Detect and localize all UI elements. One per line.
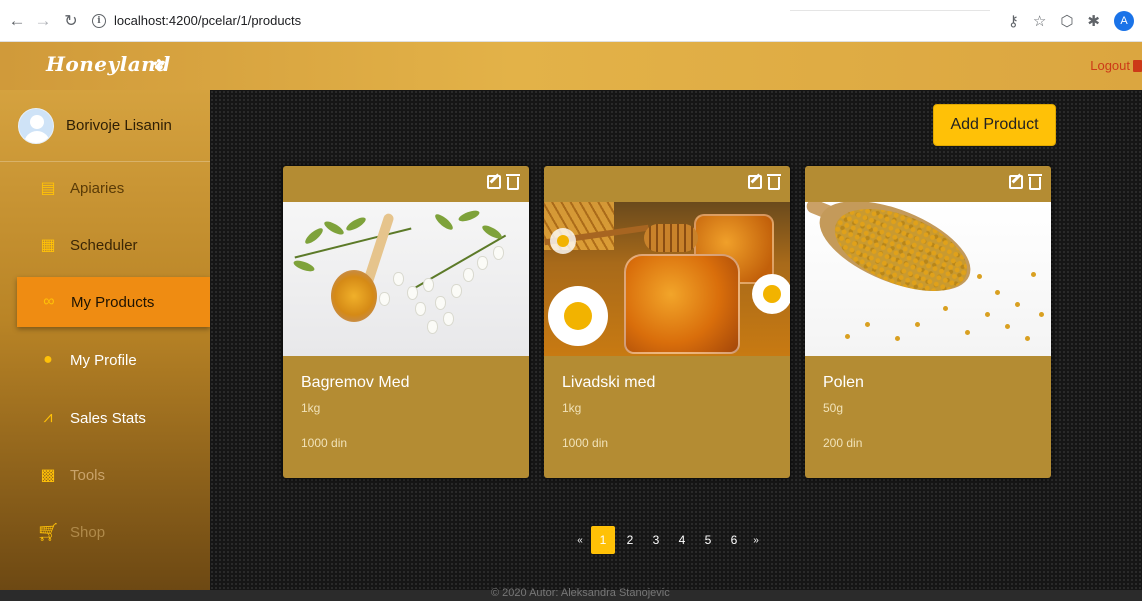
product-image xyxy=(544,202,790,356)
product-weight: 1kg xyxy=(301,401,321,415)
apiary-icon: ▤ xyxy=(40,180,56,197)
product-price: 1000 din xyxy=(562,436,609,450)
calculator-icon: ▩ xyxy=(40,467,56,484)
puzzle-icon[interactable]: ✱ xyxy=(1087,12,1100,30)
sidebar-item-scheduler[interactable]: ▦ Scheduler xyxy=(0,220,210,270)
sidebar-item-apiaries[interactable]: ▤ Apiaries xyxy=(0,163,210,213)
browser-toolbar: ← → ↻ i localhost:4200/pcelar/1/products… xyxy=(0,0,1142,42)
sidebar-item-label: Sales Stats xyxy=(70,409,146,427)
pagination-page-6[interactable]: 6 xyxy=(721,526,747,554)
user-name: Borivoje Lisanin xyxy=(66,117,172,134)
pagination-page-2[interactable]: 2 xyxy=(617,526,643,554)
sidebar: Borivoje Lisanin ▤ Apiaries ▦ Scheduler … xyxy=(0,90,210,601)
product-card: Livadski med 1kg 1000 din xyxy=(544,166,790,478)
sidebar-item-label: My Products xyxy=(71,293,155,311)
product-price: 1000 din xyxy=(301,436,348,450)
browser-actions: ⚷ ☆ ⬡ ✱ A xyxy=(1008,0,1134,42)
product-weight: 1kg xyxy=(562,401,582,415)
sidebar-item-my-profile[interactable]: ● My Profile xyxy=(0,335,210,385)
key-icon[interactable]: ⚷ xyxy=(1008,12,1019,30)
sidebar-item-shop[interactable]: 🛒︎ Shop xyxy=(0,507,210,557)
extension-icon[interactable]: ⬡ xyxy=(1060,12,1073,30)
delete-icon[interactable] xyxy=(506,174,520,190)
delete-icon[interactable] xyxy=(1028,174,1042,190)
pagination-page-3[interactable]: 3 xyxy=(643,526,669,554)
sidebar-item-label: Scheduler xyxy=(70,236,138,254)
card-header xyxy=(805,166,1051,202)
logout-label[interactable]: Logout xyxy=(1090,58,1130,73)
edit-icon[interactable] xyxy=(487,175,501,189)
sidebar-item-sales-stats[interactable]: ⩘ Sales Stats xyxy=(0,393,210,443)
avatar xyxy=(18,107,54,144)
star-icon[interactable]: ☆ xyxy=(1033,12,1046,30)
forward-arrow-icon[interactable]: → xyxy=(32,11,54,31)
product-image xyxy=(283,202,529,356)
sidebar-item-label: Apiaries xyxy=(70,179,125,197)
product-card: Bagremov Med 1kg 1000 din xyxy=(283,166,529,478)
edit-icon[interactable] xyxy=(748,175,762,189)
reload-icon[interactable]: ↻ xyxy=(60,11,82,31)
pagination-page-1[interactable]: 1 xyxy=(591,526,615,554)
app-logo[interactable]: Honeyland xyxy=(46,52,171,76)
card-header xyxy=(544,166,790,202)
tab-strip-divider xyxy=(790,10,990,11)
sidebar-item-label: Shop xyxy=(70,523,106,541)
edit-icon[interactable] xyxy=(1009,175,1023,189)
pagination: « 1 2 3 4 5 6 » xyxy=(571,526,765,554)
delete-icon[interactable] xyxy=(767,174,781,190)
sidebar-item-label: Tools xyxy=(70,466,106,484)
add-product-button[interactable]: Add Product xyxy=(933,104,1056,146)
footer-text: © 2020 Autor: Aleksandra Stanojevic xyxy=(491,587,670,599)
flower-icon: ✿ xyxy=(153,56,165,72)
profile-avatar[interactable]: A xyxy=(1114,11,1134,31)
app-header: Honeyland ✿ Logout xyxy=(0,42,1142,90)
product-image xyxy=(805,202,1051,356)
user-panel: Borivoje Lisanin xyxy=(0,90,210,162)
chart-icon: ⩘ xyxy=(43,409,53,426)
footer: © 2020 Autor: Aleksandra Stanojevic xyxy=(0,587,1142,601)
calendar-icon: ▦ xyxy=(40,237,56,254)
url-text[interactable]: localhost:4200/pcelar/1/products xyxy=(114,13,301,28)
sidebar-item-label: My Profile xyxy=(70,351,137,369)
product-card: Polen 50g 200 din xyxy=(805,166,1051,478)
sidebar-item-my-products[interactable]: ∞ My Products xyxy=(17,277,210,327)
products-icon: ∞ xyxy=(43,293,55,310)
product-name: Bagremov Med xyxy=(301,374,410,391)
logout-icon[interactable] xyxy=(1133,59,1142,72)
pagination-next[interactable]: » xyxy=(747,526,765,554)
product-price: 200 din xyxy=(823,436,863,450)
pagination-prev[interactable]: « xyxy=(571,526,589,554)
info-icon[interactable]: i xyxy=(92,13,106,28)
logout-link[interactable]: Logout xyxy=(1090,58,1142,73)
product-weight: 50g xyxy=(823,401,844,415)
product-name: Livadski med xyxy=(562,374,656,391)
main-content: Add Product Bagremov Med 1kg 1000 din Li… xyxy=(210,90,1142,590)
back-arrow-icon[interactable]: ← xyxy=(6,11,28,31)
address-bar[interactable]: i localhost:4200/pcelar/1/products xyxy=(92,6,842,36)
card-header xyxy=(283,166,529,202)
pagination-page-4[interactable]: 4 xyxy=(669,526,695,554)
product-name: Polen xyxy=(823,374,864,391)
cart-icon: 🛒︎ xyxy=(36,521,60,542)
pagination-page-5[interactable]: 5 xyxy=(695,526,721,554)
sidebar-item-tools[interactable]: ▩ Tools xyxy=(0,450,210,500)
profile-icon: ● xyxy=(43,351,53,368)
